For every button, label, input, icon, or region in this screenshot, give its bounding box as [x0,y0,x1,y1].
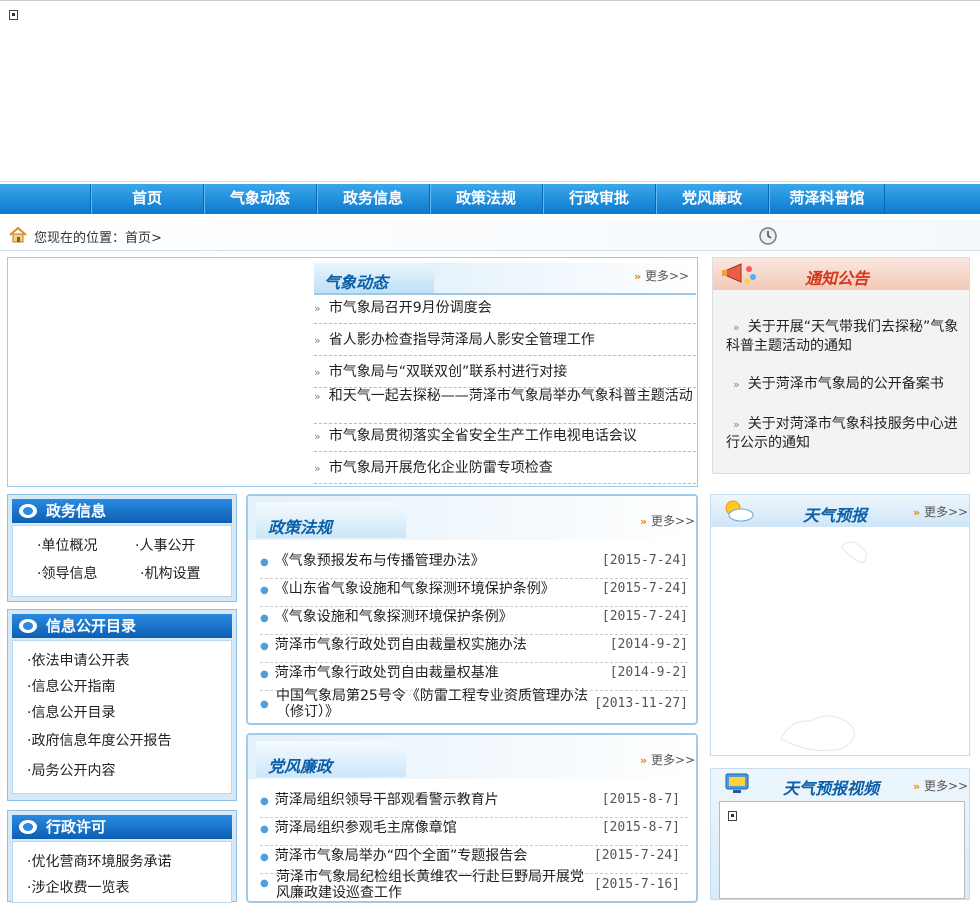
party-panel: 党风廉政 » 更多>> ● 菏泽局组织领导干部观看警示教育片 [2015-8-7] … [246,733,698,903]
open-catalog-header: 信息公开目录 [12,614,232,638]
notice-item[interactable]: » 关于开展“天气带我们去探秘”气象科普主题活动的通知 [726,318,964,355]
broken-image-icon [728,811,737,821]
table-row[interactable]: ● 中国气象局第25号令《防雷工程专业资质管理办法（修订）》 [2013-11-27… [260,688,688,722]
nav-admin-approval[interactable]: 行政审批 [542,184,655,214]
site-banner [0,0,980,182]
forecast-video-more[interactable]: » 更多>> [913,777,968,794]
table-row[interactable]: ● 《气象设施和气象探测环境保护条例》 [2015-7-24] [260,606,688,635]
gov-info-icon [19,504,37,518]
list-item[interactable]: » 省人影办检查指导菏泽局人影安全管理工作 [314,329,696,356]
table-row[interactable]: ● 菏泽局组织参观毛主席像章馆 [2015-8-7] [260,817,688,846]
notice-item[interactable]: » 关于对菏泽市气象科技服务中心进行公示的通知 [726,415,964,452]
list-item[interactable]: » 市气象局开展危化企业防雷专项检查 [314,457,696,484]
table-row[interactable]: ● 菏泽市气象行政处罚自由裁量权实施办法 [2014-9-2] [260,634,688,663]
open-catalog-list: ·依法申请公开表 ·信息公开指南 ·信息公开目录 ·政府信息年度公开报告 ·局务… [12,640,232,794]
nav-party[interactable]: 党风廉政 [655,184,768,214]
breadcrumb-text: 您现在的位置：首页> [34,231,162,246]
weather-news-header: 气象动态 » 更多>> [314,263,696,295]
party-header: 党风廉政 » 更多>> [248,735,696,779]
catalog-item[interactable]: ·信息公开指南 [27,676,115,696]
forecast-title: 天气预报 [803,506,868,525]
list-item[interactable]: » 和天气一起去探秘——菏泽市气象局举办气象科普主题活动 [314,387,696,424]
weather-news-list: » 市气象局召开9月份调度会 » 省人影办检查指导菏泽局人影安全管理工作 » 市气象局… [314,295,696,485]
list-item[interactable]: » 市气象局与“双联双创”联系村进行对接 [314,361,696,388]
table-row[interactable]: ● 菏泽市气象局纪检组长黄维农一行赴巨野局开展党风廉政建设巡查工作 [2015-7-… [260,869,688,903]
forecast-panel: 天气预报 » 更多>> [710,494,970,756]
admin-permit-panel: 行政许可 ·优化营商环境服务承诺 ·涉企收费一览表 [7,810,237,903]
admin-permit-list: ·优化营商环境服务承诺 ·涉企收费一览表 [12,841,232,903]
table-row[interactable]: ● 《气象预报发布与传播管理办法》 [2015-7-24] [260,550,688,579]
notice-header: 通知公告 [713,258,969,290]
catalog-item[interactable]: ·依法申请公开表 [27,650,129,670]
gov-info-panel: 政务信息 ·单位概况 ·人事公开 ·领导信息 ·机构设置 [7,494,237,602]
policy-title: 政策法规 [268,518,333,537]
weather-news-panel: 气象动态 » 更多>> » 市气象局召开9月份调度会 » 省人影办检查指导菏泽局人影… [7,257,698,487]
open-catalog-panel: 信息公开目录 ·依法申请公开表 ·信息公开指南 ·信息公开目录 ·政府信息年度公… [7,609,237,801]
list-item[interactable]: » 市气象局贯彻落实全省安全生产工作电视电话会议 [314,425,696,452]
breadcrumb: 您现在的位置：首页> [0,220,980,251]
gov-info-item[interactable]: ·领导信息 [37,563,97,583]
party-more[interactable]: » 更多>> [640,751,695,768]
policy-panel: 政策法规 » 更多>> ● 《气象预报发布与传播管理办法》 [2015-7-24] … [246,494,698,725]
gov-info-item[interactable]: ·人事公开 [135,535,195,555]
gov-info-item[interactable]: ·单位概况 [37,535,97,555]
gov-info-list: ·单位概况 ·人事公开 ·领导信息 ·机构设置 [12,525,232,597]
forecast-video-title: 天气预报视频 [783,779,880,798]
party-title: 党风廉政 [268,757,333,776]
nav-home[interactable]: 首页 [90,184,203,214]
video-player[interactable] [719,801,965,899]
catalog-icon [19,619,37,633]
megaphone-icon [722,263,756,284]
table-row[interactable]: ● 《山东省气象设施和气象探测环境保护条例》 [2015-7-24] [260,578,688,607]
nav-science-museum[interactable]: 菏泽科普馆 [768,184,885,214]
forecast-more[interactable]: » 更多>> [913,503,968,520]
forecast-video-header: 天气预报视频 » 更多>> [711,769,969,799]
notice-panel: 通知公告 » 关于开展“天气带我们去探秘”气象科普主题活动的通知 » 关于菏泽市气象… [712,257,970,474]
clock-icon [759,227,777,245]
forecast-header: 天气预报 » 更多>> [711,495,969,527]
table-row[interactable]: ● 菏泽局组织领导干部观看警示教育片 [2015-8-7] [260,789,688,818]
nav-policy[interactable]: 政策法规 [429,184,542,214]
nav-weather-news[interactable]: 气象动态 [203,184,316,214]
permit-item[interactable]: ·涉企收费一览表 [27,877,129,897]
sun-cloud-icon [725,500,754,522]
monitor-icon [725,773,749,793]
table-row[interactable]: ● 菏泽市气象行政处罚自由裁量权基准 [2014-9-2] [260,662,688,691]
permit-icon [19,820,37,834]
weather-news-more[interactable]: » 更多>> [634,267,689,284]
gov-info-item[interactable]: ·机构设置 [140,563,200,583]
policy-more[interactable]: » 更多>> [640,512,695,529]
forecast-map [780,541,867,752]
permit-item[interactable]: ·优化营商环境服务承诺 [27,851,171,871]
home-icon [9,226,27,243]
catalog-item[interactable]: ·信息公开目录 [27,702,115,722]
broken-image-icon [9,10,18,20]
notice-item[interactable]: » 关于菏泽市气象局的公开备案书 [726,375,964,394]
catalog-item[interactable]: ·政府信息年度公开报告 [27,730,171,750]
admin-permit-header: 行政许可 [12,815,232,839]
nav-gov-info[interactable]: 政务信息 [316,184,429,214]
main-nav: 首页 气象动态 政务信息 政策法规 行政审批 党风廉政 菏泽科普馆 [0,184,980,214]
catalog-item[interactable]: ·局务公开内容 [27,760,115,780]
gov-info-header: 政务信息 [12,499,232,523]
forecast-video-panel: 天气预报视频 » 更多>> [710,768,970,900]
policy-header: 政策法规 » 更多>> [248,496,696,540]
weather-news-title: 气象动态 [324,273,389,292]
list-item[interactable]: » 市气象局召开9月份调度会 [314,297,696,324]
notice-title: 通知公告 [805,269,870,288]
